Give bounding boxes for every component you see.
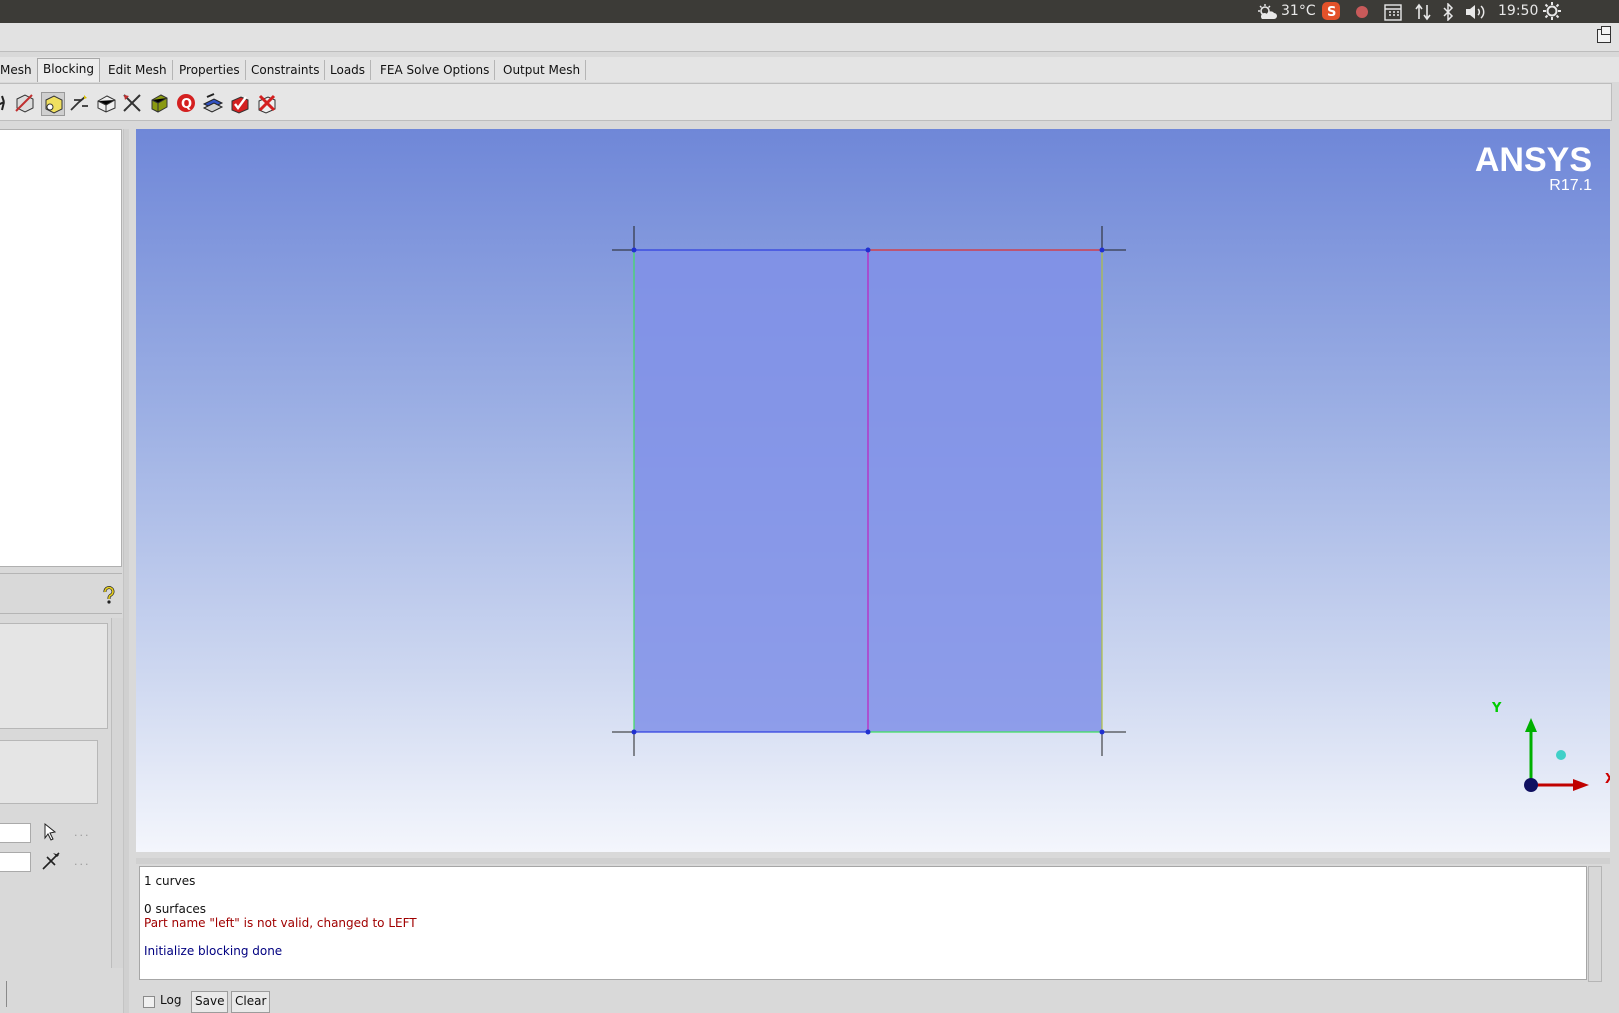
edit-edge-icon[interactable]: Q bbox=[175, 92, 197, 114]
tab-edit-mesh[interactable]: Edit Mesh bbox=[103, 60, 173, 80]
settings-gear-icon[interactable] bbox=[1543, 2, 1561, 25]
move-vertex-icon[interactable] bbox=[121, 92, 143, 114]
blocking-geometry[interactable] bbox=[136, 129, 1610, 852]
options-panel-box bbox=[0, 623, 108, 729]
more-options-icon[interactable]: ... bbox=[74, 826, 91, 839]
window-restore-icon[interactable] bbox=[1597, 26, 1611, 43]
message-window[interactable]: 1 curves 0 surfaces Part name "left" is … bbox=[139, 866, 1587, 980]
associate-icon[interactable] bbox=[95, 92, 117, 114]
tab-constraints[interactable]: Constraints bbox=[246, 60, 326, 80]
help-icon[interactable] bbox=[101, 586, 117, 604]
clear-button[interactable]: Clear bbox=[231, 991, 271, 1013]
axis-y-label: Y bbox=[1492, 701, 1502, 716]
edit-block-icon[interactable] bbox=[68, 92, 90, 114]
svg-text:Q: Q bbox=[181, 97, 192, 112]
options-panel-box bbox=[0, 740, 98, 804]
panel-divider bbox=[0, 573, 122, 574]
message-splitter[interactable] bbox=[136, 858, 1610, 864]
log-label: Log bbox=[160, 993, 182, 1007]
selection-input[interactable] bbox=[0, 852, 31, 872]
graphics-viewport[interactable]: ANSYS R17.1 Y X bbox=[136, 129, 1610, 852]
left-panel-scrollbar[interactable] bbox=[111, 618, 123, 968]
message-scrollbar[interactable] bbox=[1588, 866, 1602, 982]
window-title-row bbox=[0, 23, 1619, 52]
ribbon-tab-bar: Mesh Blocking Edit Mesh Properties Const… bbox=[0, 57, 1619, 82]
clock-time[interactable]: 19:50 bbox=[1498, 3, 1538, 20]
tab-loads[interactable]: Loads bbox=[325, 60, 372, 80]
sogou-input-icon[interactable]: S bbox=[1322, 2, 1340, 25]
message-line-warning: Part name "left" is not valid, changed t… bbox=[144, 916, 417, 930]
svg-text:S: S bbox=[1327, 5, 1336, 20]
log-checkbox[interactable] bbox=[143, 996, 155, 1008]
coordinate-triad[interactable] bbox=[1524, 718, 1589, 792]
blocking-toolbar: Q bbox=[0, 83, 1612, 121]
system-top-bar: 31°C S 19:50 bbox=[0, 0, 1619, 23]
split-block-icon[interactable] bbox=[13, 92, 35, 114]
record-icon[interactable] bbox=[1355, 5, 1369, 24]
left-panel-splitter[interactable] bbox=[123, 129, 129, 1013]
save-button[interactable]: Save bbox=[191, 991, 229, 1013]
tab-blocking[interactable]: Blocking bbox=[37, 58, 101, 82]
model-tree-panel[interactable] bbox=[0, 129, 122, 567]
create-block-icon[interactable] bbox=[0, 92, 14, 114]
tab-properties[interactable]: Properties bbox=[174, 60, 246, 80]
panel-divider bbox=[0, 613, 122, 614]
check-blocks-icon[interactable] bbox=[256, 92, 278, 114]
transform-blocks-icon[interactable] bbox=[148, 92, 170, 114]
more-options-icon[interactable]: ... bbox=[74, 855, 91, 868]
tab-output-mesh[interactable]: Output Mesh bbox=[498, 60, 587, 80]
weather-temperature: 31°C bbox=[1281, 3, 1316, 19]
block-right[interactable] bbox=[868, 250, 1102, 732]
merge-vertices-icon[interactable] bbox=[41, 92, 65, 116]
message-line: 1 curves bbox=[144, 874, 196, 888]
message-line: 0 surfaces bbox=[144, 902, 207, 916]
pre-mesh-params-icon[interactable] bbox=[202, 92, 224, 114]
axis-x-label: X bbox=[1605, 772, 1610, 787]
tab-mesh[interactable]: Mesh bbox=[0, 60, 38, 80]
pre-mesh-quality-icon[interactable] bbox=[229, 92, 251, 114]
select-vertex-icon[interactable] bbox=[41, 851, 61, 871]
message-line-info: Initialize blocking done bbox=[144, 944, 283, 958]
block-left[interactable] bbox=[634, 250, 868, 732]
select-pointer-icon[interactable] bbox=[41, 822, 61, 842]
panel-edge bbox=[0, 981, 7, 1007]
selection-input[interactable] bbox=[0, 823, 31, 843]
tab-fea-solve-options[interactable]: FEA Solve Options bbox=[375, 60, 496, 80]
